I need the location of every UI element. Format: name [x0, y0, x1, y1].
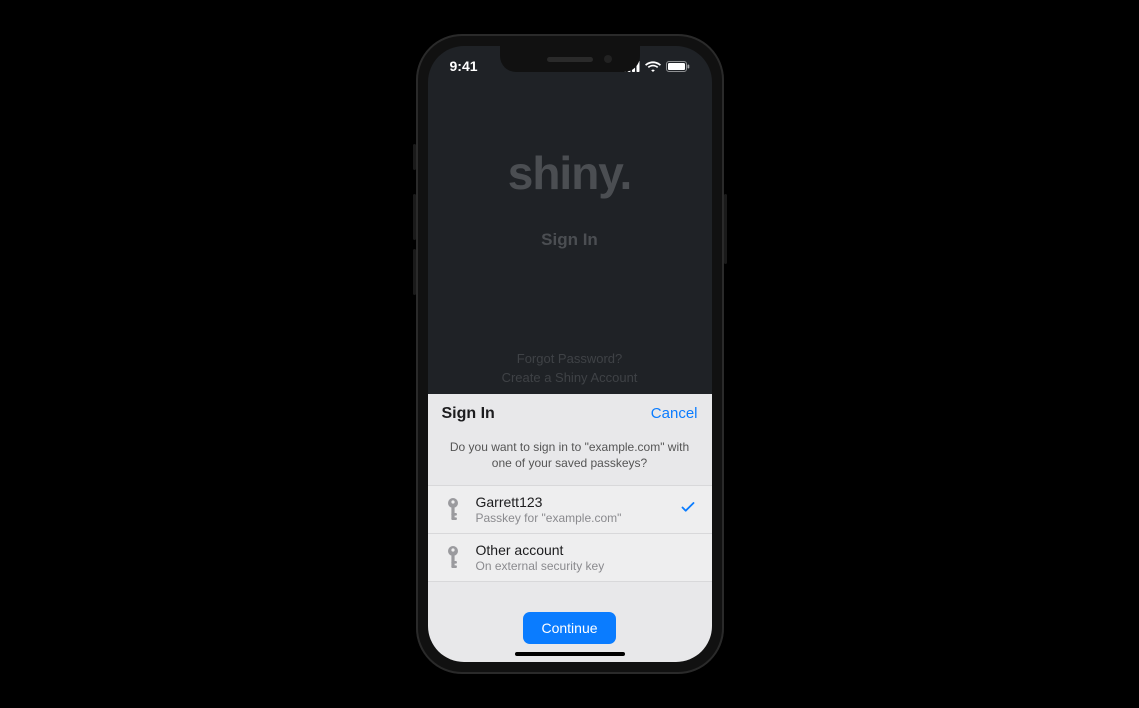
notch [500, 46, 640, 72]
option-primary: Other account [476, 542, 668, 558]
wifi-icon [645, 61, 661, 72]
sheet-prompt: Do you want to sign in to "example.com" … [428, 433, 712, 485]
create-account-link: Create a Shiny Account [428, 368, 712, 388]
cancel-button[interactable]: Cancel [651, 405, 698, 422]
phone-frame: 9:41 [416, 34, 724, 674]
checkmark-icon [680, 499, 698, 520]
volume-up [413, 194, 416, 240]
key-icon [442, 497, 464, 523]
sheet-header: Sign In Cancel [428, 394, 712, 433]
option-secondary: On external security key [476, 559, 668, 573]
status-time: 9:41 [450, 58, 478, 74]
option-secondary: Passkey for "example.com" [476, 511, 668, 525]
background-app: shiny. Sign In Forgot Password? Create a… [428, 86, 712, 394]
option-primary: Garrett123 [476, 494, 668, 510]
battery-icon [666, 61, 690, 72]
front-camera [604, 55, 612, 63]
forgot-password-link: Forgot Password? [428, 349, 712, 369]
signin-sheet: Sign In Cancel Do you want to sign in to… [428, 394, 712, 662]
app-logo: shiny. [508, 146, 632, 200]
sheet-title: Sign In [442, 405, 495, 423]
key-icon [442, 545, 464, 571]
speaker-grille [547, 57, 593, 62]
passkey-option[interactable]: Garrett123 Passkey for "example.com" [428, 485, 712, 533]
mute-switch [413, 144, 416, 170]
home-indicator[interactable] [515, 652, 625, 656]
screen: 9:41 [428, 46, 712, 662]
continue-button[interactable]: Continue [523, 612, 615, 644]
sheet-footer: Continue [428, 582, 712, 662]
bg-links: Forgot Password? Create a Shiny Account [428, 349, 712, 388]
passkey-option[interactable]: Other account On external security key [428, 533, 712, 582]
power-button [724, 194, 727, 264]
volume-down [413, 249, 416, 295]
bg-signin-label: Sign In [541, 230, 598, 250]
passkey-option-list: Garrett123 Passkey for "example.com" [428, 485, 712, 582]
